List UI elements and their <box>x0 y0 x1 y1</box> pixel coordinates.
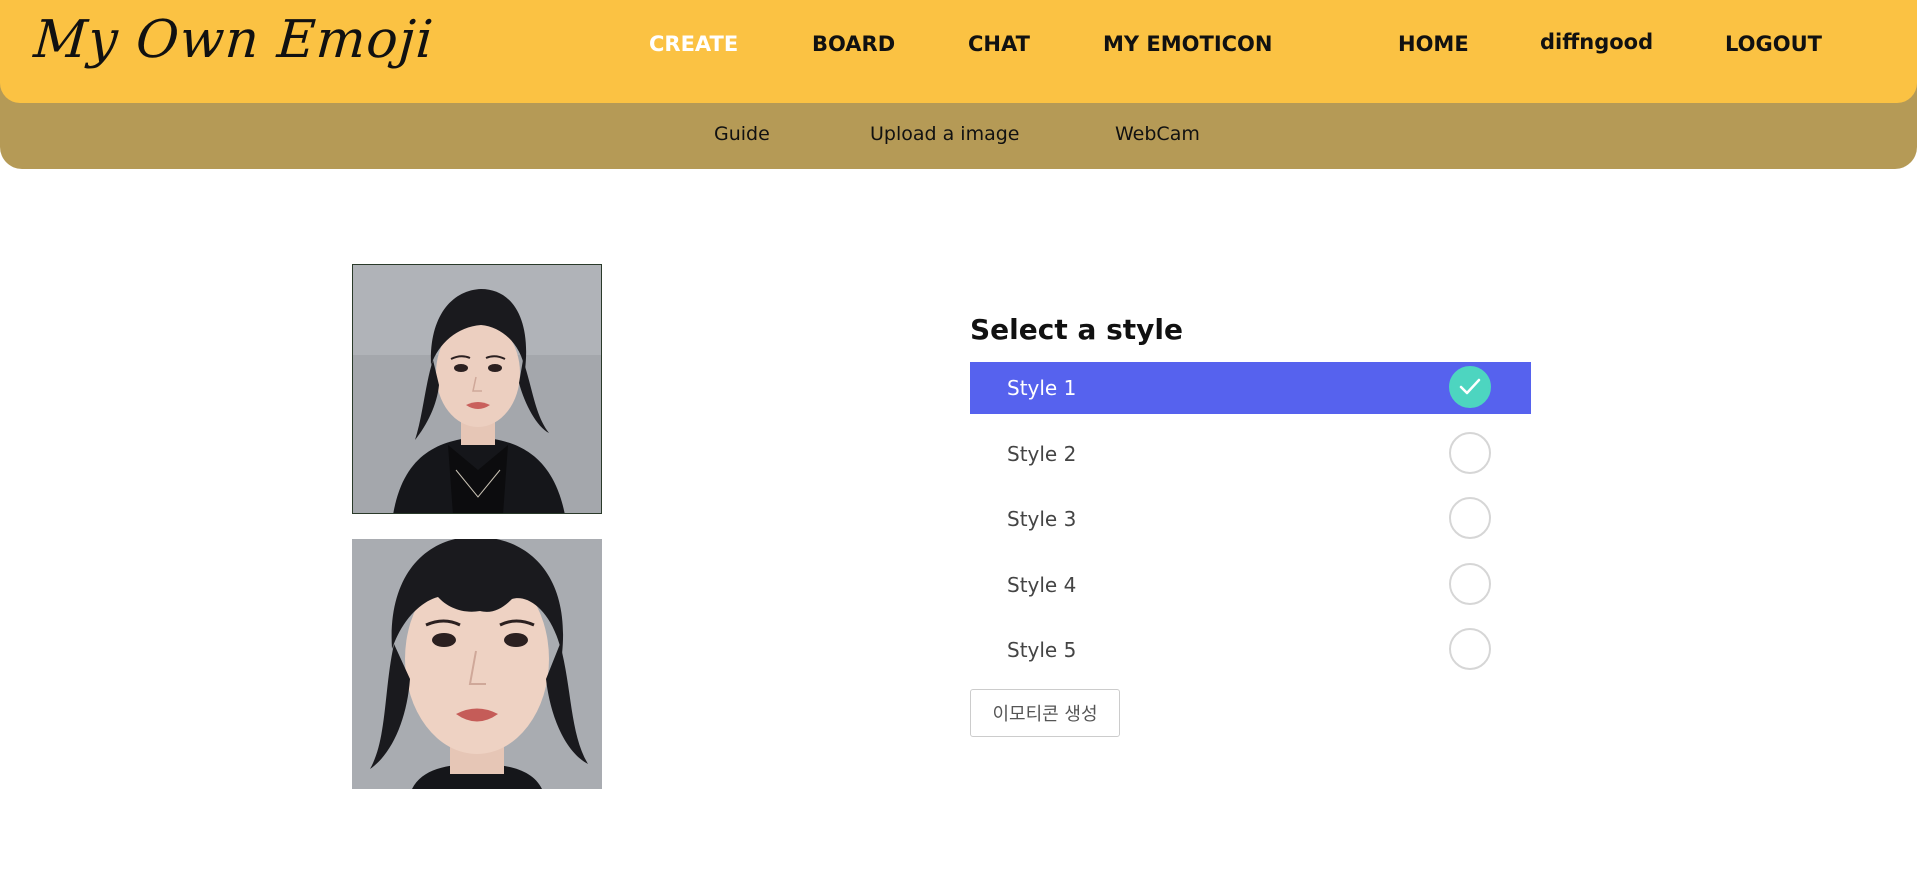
style-radio-checked[interactable] <box>1449 366 1491 408</box>
style-option-label: Style 1 <box>1007 376 1077 400</box>
aligned-face-photo <box>352 539 602 789</box>
nav-my-emoticon[interactable]: MY EMOTICON <box>1103 32 1273 56</box>
style-option-label: Style 2 <box>1007 441 1077 466</box>
style-option-3[interactable]: Style 3 <box>970 493 1531 545</box>
nav-home[interactable]: HOME <box>1398 32 1469 56</box>
style-option-1[interactable]: Style 1 <box>970 362 1531 414</box>
style-option-5[interactable]: Style 5 <box>970 624 1531 676</box>
nav-username[interactable]: diffngood <box>1540 30 1653 54</box>
select-style-heading: Select a style <box>970 313 1184 346</box>
nav-board[interactable]: BOARD <box>812 32 895 56</box>
style-option-2[interactable]: Style 2 <box>970 428 1531 480</box>
uploaded-photo <box>352 264 602 514</box>
style-option-label: Style 3 <box>1007 507 1077 531</box>
subnav-guide[interactable]: Guide <box>714 123 770 145</box>
subnav-webcam[interactable]: WebCam <box>1115 123 1200 145</box>
style-option-list: Style 1 Style 2 Style 3 Style 4 Style 5 <box>970 362 1531 690</box>
nav-logout[interactable]: LOGOUT <box>1725 32 1822 56</box>
style-option-4[interactable]: Style 4 <box>970 559 1531 611</box>
nav-create[interactable]: CREATE <box>649 32 738 56</box>
site-logo[interactable]: My Own Emoji <box>32 10 436 70</box>
top-navigation-bar: My Own Emoji CREATE BOARD CHAT MY EMOTIC… <box>0 0 1917 103</box>
style-radio[interactable] <box>1449 431 1491 474</box>
nav-chat[interactable]: CHAT <box>968 32 1030 56</box>
style-option-label: Style 4 <box>1007 572 1077 597</box>
generate-emoticon-button[interactable]: 이모티콘 생성 <box>970 689 1120 737</box>
check-icon <box>1459 378 1481 395</box>
style-option-label: Style 5 <box>1007 638 1077 662</box>
style-radio[interactable] <box>1449 562 1491 605</box>
subnav-upload-image[interactable]: Upload a image <box>870 123 1019 145</box>
style-radio[interactable] <box>1449 497 1491 539</box>
style-radio[interactable] <box>1449 628 1491 670</box>
